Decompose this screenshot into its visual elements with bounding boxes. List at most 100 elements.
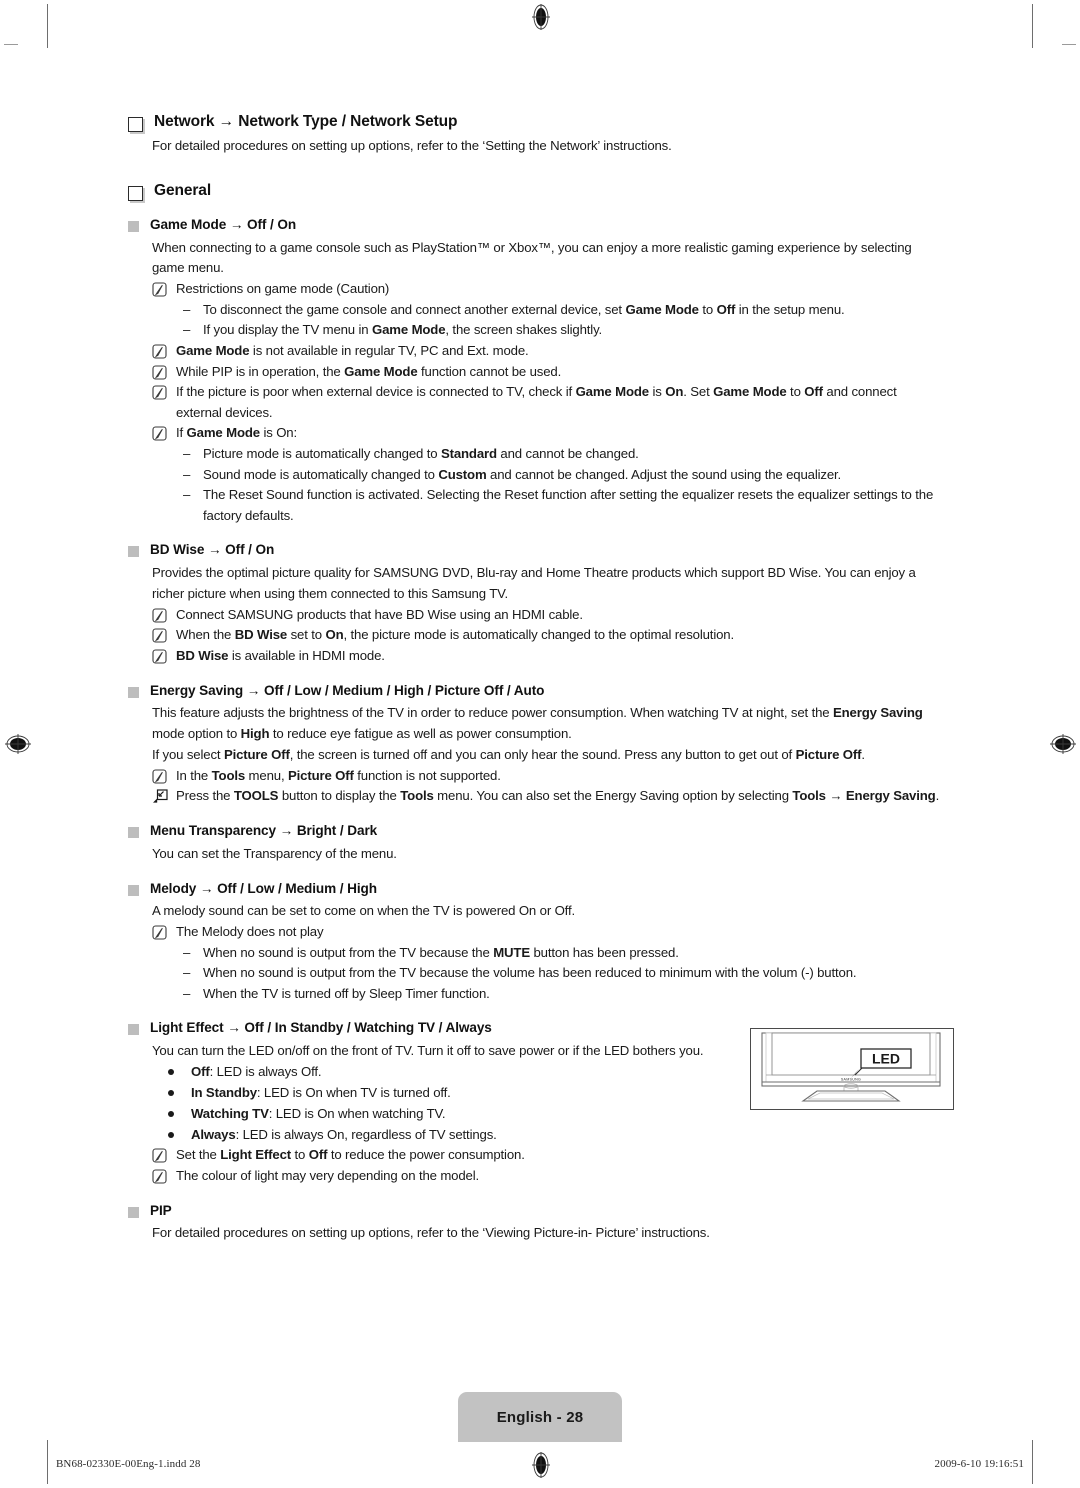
dash-marker-icon: – [183, 965, 191, 981]
dash-item: – To disconnect the game console and con… [183, 300, 940, 321]
note-item: Restrictions on game mode (Caution) [152, 279, 940, 300]
manual-page: Network → Network Type / Network Setup F… [0, 0, 1080, 1488]
note-pencil-icon [152, 426, 167, 441]
note-text: When the BD Wise set to On, the picture … [176, 627, 734, 643]
subsection-heading-energy-saving: Energy Saving → Off / Low / Medium / Hig… [128, 682, 940, 700]
dash-marker-icon: – [183, 487, 191, 503]
heading-text: Network → Network Type / Network Setup [154, 113, 458, 130]
dash-item: – When no sound is output from the TV be… [183, 943, 940, 964]
subsection-heading-melody: Melody → Off / Low / Medium / High [128, 880, 940, 898]
note-item: If Game Mode is On: [152, 423, 940, 444]
note-text: If the picture is poor when external dev… [176, 384, 897, 420]
heading-text: General [154, 181, 212, 199]
energy-saving-body-text-2: If you select Picture Off, the screen is… [152, 746, 865, 762]
outlined-square-bullet-icon [128, 117, 143, 132]
dash-marker-icon: – [183, 985, 191, 1001]
note-pencil-icon [152, 628, 167, 643]
note-item: If the picture is poor when external dev… [152, 382, 940, 423]
page-number-tab: English - 28 [458, 1392, 622, 1442]
note-pencil-icon [152, 769, 167, 784]
dash-text: When the TV is turned off by Sleep Timer… [203, 985, 490, 1001]
note-text: Set the Light Effect to Off to reduce th… [176, 1147, 525, 1163]
note-text: Connect SAMSUNG products that have BD Wi… [176, 606, 583, 622]
tools-shortcut-icon [152, 789, 168, 804]
filled-square-bullet-icon [128, 686, 139, 698]
melody-body-text: A melody sound can be set to come on whe… [152, 903, 575, 919]
filled-square-bullet-icon [128, 220, 139, 232]
dash-item: – When no sound is output from the TV be… [183, 963, 940, 984]
subheading-text: Game Mode → Off / On [150, 216, 297, 232]
filled-square-bullet-icon [128, 826, 139, 838]
note-pencil-icon [152, 385, 167, 400]
energy-saving-body-text-1: This feature adjusts the brightness of t… [152, 705, 923, 742]
dash-text: Sound mode is automatically changed to C… [203, 466, 842, 482]
note-pencil-icon [152, 1148, 167, 1163]
note-item: BD Wise is available in HDMI mode. [152, 646, 940, 667]
section-heading-network: Network → Network Type / Network Setup [128, 112, 940, 132]
round-bullet-icon [168, 1110, 174, 1117]
note-text: Restrictions on game mode (Caution) [176, 281, 390, 297]
dash-marker-icon: – [183, 944, 191, 960]
note-pencil-icon [152, 1169, 167, 1184]
tools-note-item: Press the TOOLS button to display the To… [152, 786, 940, 807]
subsection-heading-menu-transparency: Menu Transparency → Bright / Dark [128, 822, 940, 840]
footer-file-name: BN68-02330E-00Eng-1.indd 28 [56, 1458, 201, 1470]
section-heading-general: General [128, 181, 940, 201]
dash-text: When no sound is output from the TV beca… [203, 965, 857, 981]
footer-timestamp: 2009-6-10 19:16:51 [934, 1458, 1024, 1470]
bd-wise-body-text: Provides the optimal picture quality for… [152, 565, 916, 601]
note-text: Game Mode is not available in regular TV… [176, 343, 529, 359]
round-bullet-icon [168, 1131, 174, 1138]
dash-marker-icon: – [183, 322, 191, 338]
bullet-text: Always: LED is always On, regardless of … [191, 1126, 497, 1142]
note-pencil-icon [152, 608, 167, 623]
note-item: Set the Light Effect to Off to reduce th… [152, 1145, 940, 1166]
dash-text: To disconnect the game console and conne… [203, 301, 845, 317]
note-pencil-icon [152, 649, 167, 664]
dash-item: – If you display the TV menu in Game Mod… [183, 320, 940, 341]
outlined-square-bullet-icon [128, 185, 143, 201]
bullet-item: Always: LED is always On, regardless of … [168, 1125, 940, 1146]
filled-square-bullet-icon [128, 1024, 139, 1036]
subheading-text: Energy Saving → Off / Low / Medium / Hig… [150, 682, 545, 698]
note-item: The colour of light may very depending o… [152, 1166, 940, 1187]
dash-marker-icon: – [183, 466, 191, 482]
tv-illustration-figure: SAMSUNG LED [750, 1028, 954, 1110]
menu-transparency-body-text: You can set the Transparency of the menu… [152, 845, 397, 861]
filled-square-bullet-icon [128, 884, 139, 896]
subheading-text: Menu Transparency → Bright / Dark [150, 822, 378, 838]
note-text: BD Wise is available in HDMI mode. [176, 647, 385, 663]
filled-square-bullet-icon [128, 546, 139, 558]
light-effect-body-text: You can turn the LED on/off on the front… [152, 1043, 704, 1059]
filled-square-bullet-icon [128, 1206, 139, 1218]
subsection-heading-bd-wise: BD Wise → Off / On [128, 541, 940, 559]
note-item: In the Tools menu, Picture Off function … [152, 766, 940, 787]
note-item: The Melody does not play [152, 922, 940, 943]
dash-item: – The Reset Sound function is activated.… [183, 485, 940, 526]
tools-note-text: Press the TOOLS button to display the To… [176, 788, 940, 804]
game-mode-body-text: When connecting to a game console such a… [152, 239, 912, 276]
subsection-heading-game-mode: Game Mode → Off / On [128, 216, 940, 234]
note-pencil-icon [152, 365, 167, 380]
dash-marker-icon: – [183, 446, 191, 461]
note-item: When the BD Wise set to On, the picture … [152, 625, 940, 646]
page-number-label: English - 28 [496, 1408, 584, 1426]
round-bullet-icon [168, 1089, 174, 1096]
note-text: The Melody does not play [176, 924, 324, 940]
dash-item: – Picture mode is automatically changed … [183, 444, 940, 465]
subsection-heading-pip: PIP [128, 1202, 940, 1220]
note-pencil-icon [152, 344, 167, 359]
subheading-text: Light Effect → Off / In Standby / Watchi… [150, 1020, 492, 1036]
subheading-text: BD Wise → Off / On [150, 542, 275, 558]
note-text: If Game Mode is On: [176, 425, 298, 441]
subheading-text: Melody → Off / Low / Medium / High [150, 880, 377, 896]
dash-text: When no sound is output from the TV beca… [203, 944, 679, 960]
note-item: While PIP is in operation, the Game Mode… [152, 362, 940, 383]
note-item: Game Mode is not available in regular TV… [152, 341, 940, 362]
network-body-text: For detailed procedures on setting up op… [152, 138, 672, 153]
pip-body-text: For detailed procedures on setting up op… [152, 1225, 710, 1241]
tv-brand-label: SAMSUNG [841, 1078, 861, 1082]
subheading-text: PIP [150, 1202, 172, 1218]
dash-marker-icon: – [183, 301, 191, 317]
dash-item: – When the TV is turned off by Sleep Tim… [183, 984, 940, 1005]
